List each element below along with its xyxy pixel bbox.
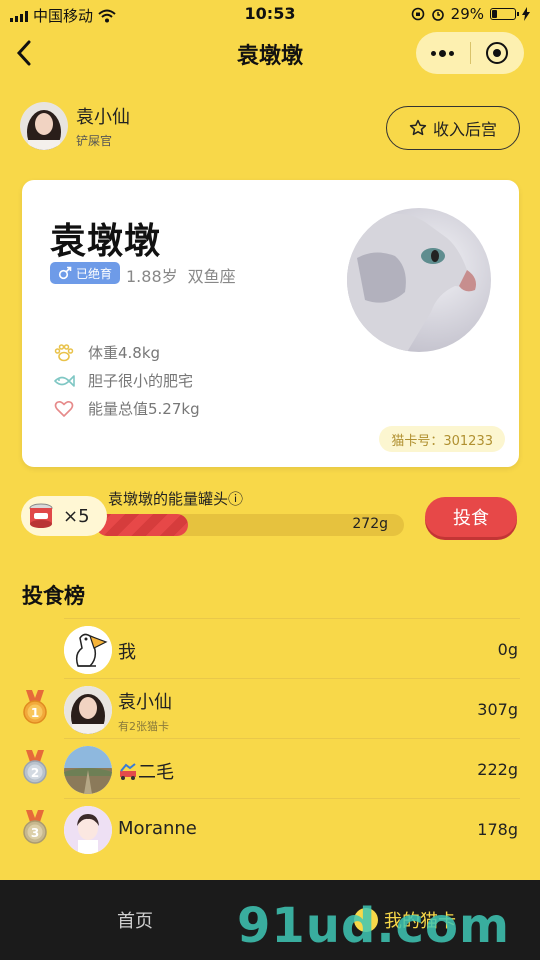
neuter-label: 已绝育 bbox=[76, 266, 113, 281]
more-button[interactable] bbox=[416, 32, 470, 74]
target-icon bbox=[486, 42, 509, 64]
svg-text:2: 2 bbox=[31, 766, 39, 780]
energy-label[interactable]: 袁墩墩的能量罐头ⓘ bbox=[108, 488, 243, 509]
cat-card: 袁墩墩 已绝育 1.88岁 双鱼座 体重4.8kg 胆子很小的肥宅 能量总值5.… bbox=[22, 180, 519, 467]
fish-icon bbox=[52, 371, 76, 391]
stat-personality: 胆子很小的肥宅 bbox=[52, 370, 193, 391]
male-icon bbox=[58, 266, 72, 280]
watermark: 91ud.com bbox=[236, 898, 510, 954]
svg-text:3: 3 bbox=[31, 826, 39, 840]
cat-photo[interactable] bbox=[347, 208, 491, 352]
stat-energy: 能量总值5.27kg bbox=[52, 398, 200, 419]
close-program-button[interactable] bbox=[470, 32, 524, 74]
user-avatar bbox=[64, 806, 112, 854]
paw-icon bbox=[52, 343, 76, 363]
leaderboard-name-wrap: 二毛 bbox=[118, 758, 174, 784]
personality-text: 胆子很小的肥宅 bbox=[88, 372, 194, 390]
charging-icon bbox=[522, 7, 530, 21]
leaderboard-name: 二毛 bbox=[138, 762, 174, 783]
battery-icon bbox=[490, 8, 519, 20]
energy-progress-fill bbox=[96, 514, 189, 536]
status-bar: 中国移动 10:53 29% bbox=[0, 0, 540, 28]
battery-percent: 29% bbox=[450, 5, 484, 23]
back-button[interactable] bbox=[10, 36, 40, 70]
owner-info[interactable]: 袁小仙 铲屎官 bbox=[20, 102, 130, 150]
leaderboard-name: 我 bbox=[118, 642, 136, 663]
owner-role: 铲屎官 bbox=[76, 134, 113, 148]
medal-icon-bronze: 3 bbox=[22, 810, 48, 844]
energy-progress-bar: 272g bbox=[96, 514, 404, 536]
alarm-icon bbox=[431, 9, 444, 21]
owner-text: 袁小仙 铲屎官 bbox=[76, 103, 130, 149]
row-divider bbox=[64, 618, 520, 619]
rotation-lock-icon bbox=[411, 7, 424, 21]
row-divider bbox=[64, 678, 520, 679]
collect-label: 收入后宫 bbox=[432, 120, 497, 139]
leaderboard-value: 178g bbox=[477, 820, 518, 839]
stat-weight: 体重4.8kg bbox=[52, 342, 160, 363]
tab-bar: 首页 我的猫卡 91ud.com bbox=[0, 880, 540, 960]
medal-icon-gold: 1 bbox=[22, 690, 48, 724]
cat-age: 1.88岁 bbox=[126, 267, 178, 286]
status-right: 29% bbox=[411, 5, 530, 23]
star-icon bbox=[409, 119, 427, 136]
leaderboard-row[interactable]: 3 Moranne 178g bbox=[0, 798, 540, 858]
leaderboard-name: Moranne bbox=[118, 818, 197, 839]
owner-name: 袁小仙 bbox=[76, 107, 130, 128]
card-number-badge: 猫卡号：301233 bbox=[379, 426, 505, 452]
leaderboard-row[interactable]: 我 0g bbox=[0, 618, 540, 678]
energy-value: 272g bbox=[352, 516, 388, 532]
collect-button[interactable]: 收入后宫 bbox=[386, 106, 520, 150]
leaderboard-value: 0g bbox=[497, 640, 518, 659]
leaderboard-row[interactable]: 2 二毛 222g bbox=[0, 738, 540, 798]
more-icon bbox=[431, 49, 455, 57]
svg-text:1: 1 bbox=[31, 706, 39, 720]
owner-avatar bbox=[20, 102, 68, 150]
cat-name: 袁墩墩 bbox=[50, 221, 162, 262]
cat-meta: 1.88岁 双鱼座 bbox=[126, 263, 236, 287]
can-count: ×5 bbox=[63, 505, 90, 527]
leaderboard-title: 投食榜 bbox=[22, 584, 85, 608]
energy-total-text: 能量总值5.27kg bbox=[88, 400, 200, 418]
cat-food-can-icon bbox=[29, 503, 53, 528]
heart-icon bbox=[52, 399, 76, 419]
row-divider bbox=[64, 798, 520, 799]
feed-button[interactable]: 投食 bbox=[425, 497, 517, 537]
mini-program-capsule bbox=[416, 32, 524, 74]
tab-home-label: 首页 bbox=[117, 911, 153, 932]
leaderboard-value: 307g bbox=[477, 700, 518, 719]
leaderboard-subtext: 有2张猫卡 bbox=[118, 720, 169, 733]
cat-zodiac: 双鱼座 bbox=[187, 267, 236, 286]
nav-bar: 袁墩墩 bbox=[0, 28, 540, 80]
pelican-avatar bbox=[64, 626, 112, 674]
user-avatar bbox=[64, 686, 112, 734]
tab-home[interactable]: 首页 bbox=[0, 880, 270, 960]
decorative-emoji-icon bbox=[120, 763, 136, 780]
leaderboard-value: 222g bbox=[477, 760, 518, 779]
medal-icon-silver: 2 bbox=[22, 750, 48, 784]
row-divider bbox=[64, 738, 520, 739]
weight-text: 体重4.8kg bbox=[88, 344, 161, 362]
neuter-badge: 已绝育 bbox=[50, 262, 121, 284]
leaderboard-row[interactable]: 1 袁小仙 有2张猫卡 307g bbox=[0, 678, 540, 738]
chevron-left-icon bbox=[16, 40, 31, 66]
user-avatar bbox=[64, 746, 112, 794]
leaderboard-name: 袁小仙 bbox=[118, 692, 172, 713]
can-counter: ×5 bbox=[21, 496, 107, 536]
